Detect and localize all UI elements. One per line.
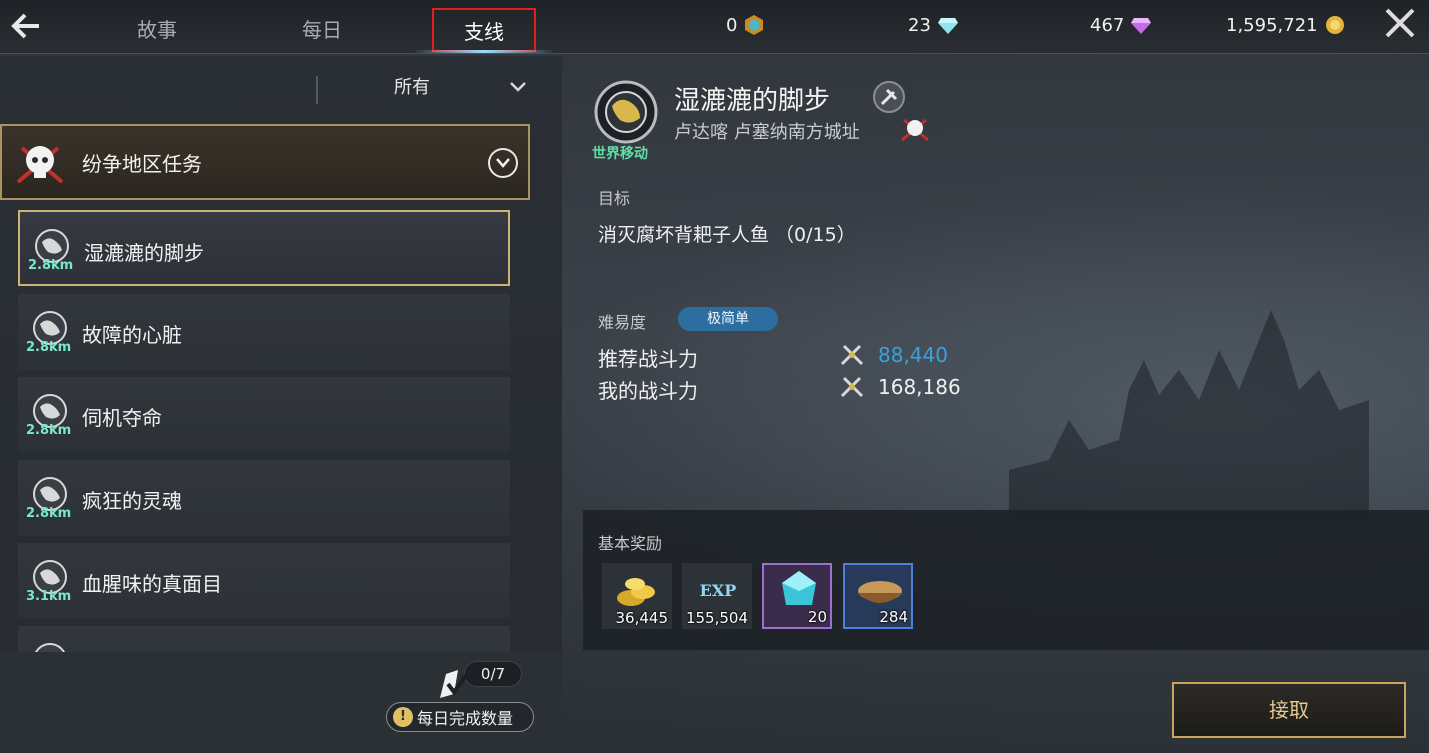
back-arrow-icon[interactable]	[6, 8, 46, 44]
warning-icon: !	[393, 707, 413, 727]
reward-item-exp[interactable]: EXP 155,504	[682, 563, 752, 629]
blue-diamond-icon	[937, 18, 958, 34]
castle-silhouette-art	[1009, 310, 1369, 520]
rewards-label: 基本奖励	[598, 534, 663, 553]
currency-gold-value: 1,595,721	[1226, 14, 1318, 36]
tab-story[interactable]: 故事	[105, 6, 209, 50]
crossed-swords-icon	[840, 344, 864, 366]
quest-list: 2.8km 湿漉漉的脚步 2.8km 故障的心脏 2.8km 伺机夺命 2.8k…	[18, 210, 530, 652]
quest-distance: 2.8km	[28, 258, 74, 273]
quest-item[interactable]: 2.8km 湿漉漉的脚步	[18, 210, 510, 286]
reward-quantity: 155,504	[685, 609, 748, 627]
daily-completion-button[interactable]: ! 每日完成数量	[386, 702, 534, 732]
accept-button[interactable]: 接取	[1172, 682, 1406, 738]
currency-purple-diamond: 467	[1090, 10, 1152, 40]
objective-label: 目标	[598, 189, 631, 208]
top-bar: 故事 每日 支线 0 23 467 1,595,721	[0, 0, 1429, 54]
pin-icon[interactable]	[872, 80, 906, 114]
quest-item[interactable]: 2.8km 疯狂的灵魂	[18, 460, 510, 536]
gold-coin-icon	[1325, 16, 1344, 34]
quest-name: 血腥味的真面目	[82, 572, 222, 596]
gold-coins-icon	[617, 578, 655, 606]
quest-name: 湿漉漉的脚步	[84, 241, 204, 265]
reward-item-crystal[interactable]: 20	[762, 563, 832, 629]
quest-distance: 2.8km	[26, 506, 72, 521]
tab-side-quest[interactable]: 支线	[432, 8, 536, 52]
reward-quantity: 20	[807, 608, 827, 626]
currency-blue-diamond: 23	[908, 10, 959, 40]
currency-medal-value: 0	[726, 14, 738, 36]
medal-icon	[745, 15, 764, 35]
quest-distance: 3.1km	[26, 589, 72, 604]
filter-dropdown[interactable]: 所有	[360, 74, 464, 102]
my-power-value: 168,186	[878, 375, 961, 399]
active-tab-underline	[414, 50, 554, 53]
quest-name: 故障的心脏	[82, 323, 182, 347]
reward-quantity: 36,445	[615, 609, 669, 627]
currency-blue-diamond-value: 23	[908, 14, 931, 36]
exp-icon: EXP	[699, 580, 737, 600]
quest-name: 伺机夺命	[82, 406, 162, 430]
currency-gold: 1,595,721	[1226, 10, 1346, 40]
category-label: 纷争地区任务	[82, 152, 202, 176]
checkmark-flag-icon	[440, 668, 472, 698]
recommended-power-value: 88,440	[878, 343, 948, 367]
quest-distance: 2.8km	[26, 340, 72, 355]
quest-name: 疯狂的灵魂	[82, 489, 182, 513]
recommended-power-label: 推荐战斗力	[598, 347, 698, 371]
quest-distance: 2.8km	[26, 423, 72, 438]
food-bowl-icon	[858, 581, 902, 603]
chevron-down-icon[interactable]	[506, 76, 530, 100]
my-power-label: 我的战斗力	[598, 379, 698, 403]
objective-text: 消灭腐坏背耙子人鱼 （0/15）	[598, 224, 856, 246]
reward-item-food[interactable]: 284	[843, 563, 913, 629]
quest-item[interactable]: 2.8km 伺机夺命	[18, 377, 510, 453]
close-icon[interactable]	[1381, 6, 1419, 44]
difficulty-label: 难易度	[598, 313, 647, 332]
crossed-swords-icon	[840, 376, 864, 398]
category-header[interactable]: 纷争地区任务	[0, 124, 530, 200]
currency-medal: 0	[726, 10, 765, 40]
quest-item[interactable]: 2.8km 故障的心脏	[18, 294, 510, 370]
quest-item[interactable]: 3.1km 血腥味的真面目	[18, 543, 510, 619]
world-move-icon	[35, 643, 65, 652]
difficulty-badge: 极简单	[678, 307, 778, 331]
quest-title: 湿漉漉的脚步	[674, 86, 831, 116]
filter-divider	[316, 76, 318, 104]
chevron-down-circle-icon[interactable]	[488, 148, 518, 178]
daily-completion-label: 每日完成数量	[417, 709, 514, 728]
crystal-icon	[782, 571, 816, 605]
currency-purple-diamond-value: 467	[1090, 14, 1125, 36]
quest-item-partial[interactable]	[18, 626, 510, 652]
quest-location: 卢达喀 卢塞纳南方城址	[674, 122, 860, 143]
tab-daily[interactable]: 每日	[270, 6, 374, 50]
reward-item-gold[interactable]: 36,445	[602, 563, 672, 629]
world-move-badge-icon	[594, 80, 658, 144]
crossed-swords-skull-icon	[16, 146, 64, 184]
reward-quantity: 284	[879, 608, 908, 626]
purple-diamond-icon	[1131, 18, 1152, 34]
crossed-swords-skull-icon	[901, 118, 929, 142]
world-move-label: 世界移动	[592, 146, 648, 162]
